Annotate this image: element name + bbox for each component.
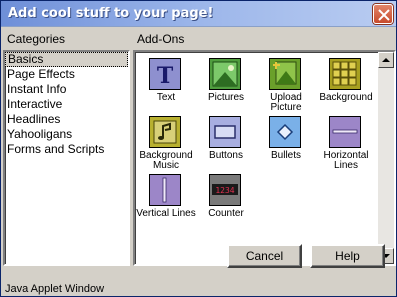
buttons-icon: [209, 116, 241, 148]
category-item-page-effects[interactable]: Page Effects: [5, 67, 128, 82]
counter-digits: 1234: [215, 186, 234, 195]
cancel-button[interactable]: Cancel: [227, 244, 302, 268]
scroll-up-button[interactable]: [378, 52, 394, 68]
categories-list[interactable]: Basics Page Effects Instant Info Interac…: [3, 50, 130, 266]
addons-scrollbar[interactable]: [378, 52, 394, 264]
category-item-basics[interactable]: Basics: [5, 52, 128, 67]
addon-label: Buttons: [209, 150, 243, 161]
category-item-instant-info[interactable]: Instant Info: [5, 82, 128, 97]
addon-label: Background: [319, 92, 373, 103]
addon-label: Bullets: [270, 150, 301, 161]
vertical-lines-icon: [149, 174, 181, 206]
categories-heading: Categories: [7, 32, 66, 46]
category-item-forms-and-scripts[interactable]: Forms and Scripts: [5, 142, 128, 157]
close-button[interactable]: [373, 4, 393, 24]
horizontal-lines-icon: [329, 116, 361, 148]
addons-grid: T Text Pictures Upload Picture Backgroun…: [133, 50, 396, 266]
background-icon: [329, 58, 361, 90]
status-text: Java Applet Window: [5, 283, 105, 295]
category-item-headlines[interactable]: Headlines: [5, 112, 128, 127]
addons-heading: Add-Ons: [137, 32, 185, 46]
addon-label: Text: [156, 92, 176, 103]
applet-window: Add cool stuff to your page! Categories …: [0, 0, 397, 297]
addon-label: Upload Picture: [270, 92, 302, 113]
counter-icon: 1234: [209, 174, 241, 206]
help-button[interactable]: Help: [310, 244, 385, 268]
window-title: Add cool stuff to your page!: [8, 6, 214, 21]
arrow-up-icon: [382, 58, 390, 62]
addon-label: Vertical Lines: [136, 208, 196, 219]
background-music-icon: [149, 116, 181, 148]
categories-panel: Categories Basics Page Effects Instant I…: [3, 30, 130, 268]
picture-icon: [209, 58, 241, 90]
category-item-yahooligans[interactable]: Yahooligans: [5, 127, 128, 142]
title-bar[interactable]: Add cool stuff to your page!: [1, 1, 396, 27]
addon-label: Horizontal Lines: [323, 150, 369, 171]
bullets-icon: [269, 116, 301, 148]
addon-label: Counter: [208, 208, 244, 219]
addon-label: Background Music: [139, 150, 193, 171]
addons-panel: Add-Ons T Text Pictures Upload Picture B…: [133, 30, 396, 268]
upload-picture-icon: [269, 58, 301, 90]
svg-text:T: T: [157, 63, 174, 89]
category-item-interactive[interactable]: Interactive: [5, 97, 128, 112]
addon-label: Pictures: [207, 92, 245, 103]
close-icon: [378, 9, 390, 21]
text-icon: T: [149, 58, 181, 90]
